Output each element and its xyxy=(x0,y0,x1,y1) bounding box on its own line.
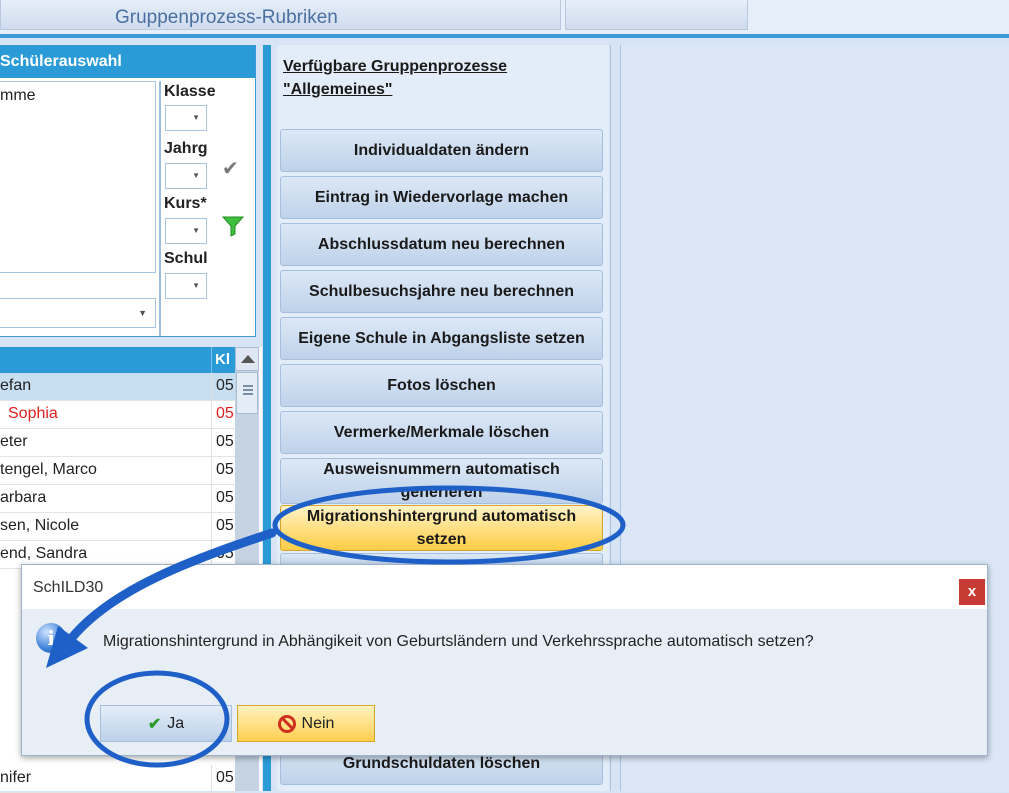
student-class: 05 xyxy=(216,461,234,478)
column-separator xyxy=(211,765,212,793)
student-name: eter xyxy=(0,433,28,450)
filter-jahrgang-combo[interactable]: ▼ xyxy=(165,163,207,189)
panel-title: Schülerauswahl xyxy=(0,53,122,70)
chevron-down-icon[interactable]: ▼ xyxy=(192,171,200,180)
filter-kurs-combo[interactable]: ▼ xyxy=(165,218,207,244)
table-row[interactable]: tengel, Marco 05 xyxy=(0,457,235,485)
listbox-item[interactable]: mme xyxy=(0,87,36,105)
student-class: 05 xyxy=(216,405,234,422)
tab-gruppenprozess-rubriken[interactable]: Gruppenprozess-Rubriken xyxy=(0,0,561,30)
divider xyxy=(159,81,161,336)
tab-underline xyxy=(0,34,1009,38)
process-button-abgangsliste[interactable]: Eigene Schule in Abgangsliste setzen xyxy=(280,317,603,360)
selection-combo[interactable]: ▼ xyxy=(0,298,156,328)
student-class: 05 xyxy=(216,433,234,450)
filter-funnel-icon[interactable] xyxy=(222,215,244,237)
column-separator xyxy=(211,485,212,513)
info-icon: i xyxy=(36,623,66,653)
process-panel-title: Verfügbare Gruppenprozesse "Allgemeines" xyxy=(283,55,507,101)
student-name: efan xyxy=(0,377,32,394)
process-button-vermerke-loeschen[interactable]: Vermerke/Merkmale löschen xyxy=(280,411,603,454)
selection-listbox[interactable]: mme xyxy=(0,81,156,273)
chevron-down-icon[interactable]: ▼ xyxy=(192,281,200,290)
table-row[interactable]: eter 05 xyxy=(0,429,235,457)
filter-label-jahrgang: Jahrg xyxy=(164,140,208,157)
filter-klasse-combo[interactable]: ▼ xyxy=(165,105,207,131)
filter-label-klasse: Klasse xyxy=(164,83,216,100)
student-name: nifer xyxy=(0,769,32,786)
column-header-class[interactable]: Kl xyxy=(215,351,230,368)
student-name: arbara xyxy=(0,489,47,506)
chevron-down-icon[interactable]: ▼ xyxy=(138,308,147,318)
yes-label: Ja xyxy=(167,714,185,732)
student-class: 05 xyxy=(216,545,234,562)
tab-label: Gruppenprozess-Rubriken xyxy=(115,7,338,28)
chevron-down-icon[interactable]: ▼ xyxy=(192,113,200,122)
process-button-fotos-loeschen[interactable]: Fotos löschen xyxy=(280,364,603,407)
student-class: 05 xyxy=(216,769,234,786)
yes-button[interactable]: ✔ Ja xyxy=(100,705,232,742)
student-name: end, Sandra xyxy=(0,545,88,562)
process-button-wiedervorlage[interactable]: Eintrag in Wiedervorlage machen xyxy=(280,176,603,219)
filter-label-kurs: Kurs* xyxy=(164,195,207,212)
student-class: 05 xyxy=(216,489,234,506)
dialog-titlebar: SchILD30 x xyxy=(22,565,987,609)
column-separator xyxy=(211,373,212,401)
process-button-schulbesuchsjahre[interactable]: Schulbesuchsjahre neu berechnen xyxy=(280,270,603,313)
column-separator xyxy=(211,429,212,457)
process-button-individualdaten[interactable]: Individualdaten ändern xyxy=(280,129,603,172)
chevron-down-icon[interactable]: ▼ xyxy=(192,226,200,235)
filter-label-schule: Schul xyxy=(164,250,208,267)
student-class: 05 xyxy=(216,517,234,534)
student-name: tengel, Marco xyxy=(0,461,97,478)
process-button-ausweisnummern[interactable]: Ausweisnummern automatisch generieren xyxy=(280,458,603,504)
tab-bar: Gruppenprozess-Rubriken xyxy=(0,0,1009,38)
table-row[interactable]: sen, Nicole 05 xyxy=(0,513,235,541)
check-icon[interactable]: ✔ xyxy=(222,156,239,181)
process-button-abschlussdatum[interactable]: Abschlussdatum neu berechnen xyxy=(280,223,603,266)
dialog-title: SchILD30 xyxy=(33,579,104,596)
table-row[interactable]: arbara 05 xyxy=(0,485,235,513)
table-row[interactable]: efan 05 xyxy=(0,373,235,401)
scroll-up-icon[interactable] xyxy=(235,347,259,371)
tab-secondary[interactable] xyxy=(565,0,748,30)
column-separator xyxy=(211,513,212,541)
filter-schule-combo[interactable]: ▼ xyxy=(165,273,207,299)
confirm-dialog: SchILD30 x i Migrationshintergrund in Ab… xyxy=(21,564,988,756)
grid-header: Kl xyxy=(0,347,235,373)
no-button[interactable]: Nein xyxy=(237,705,375,742)
student-name: Sophia xyxy=(8,405,58,422)
dialog-message: Migrationshintergrund in Abhängikeit von… xyxy=(103,633,814,650)
panel-header: Schülerauswahl xyxy=(0,46,255,78)
column-separator xyxy=(211,401,212,429)
scroll-thumb[interactable] xyxy=(236,372,258,414)
student-selection-panel: Schülerauswahl mme ▼ Klasse ▼ Jahrg ▼ Ku… xyxy=(0,45,256,337)
table-row[interactable]: nifer 05 xyxy=(0,765,235,793)
no-label: Nein xyxy=(301,714,335,732)
close-icon[interactable]: x xyxy=(959,579,985,605)
column-separator xyxy=(211,347,212,373)
title-line: Verfügbare Gruppenprozesse xyxy=(283,58,508,75)
student-name: sen, Nicole xyxy=(0,517,80,534)
column-separator xyxy=(211,457,212,485)
no-entry-icon xyxy=(277,714,296,733)
student-class: 05 xyxy=(216,377,234,394)
table-row[interactable]: Sophia 05 xyxy=(0,401,235,429)
process-button-migrationshintergrund[interactable]: Migrationshintergrund automatisch setzen xyxy=(280,505,603,551)
title-line: "Allgemeines" xyxy=(283,81,393,98)
checkmark-icon: ✔ xyxy=(147,715,162,733)
